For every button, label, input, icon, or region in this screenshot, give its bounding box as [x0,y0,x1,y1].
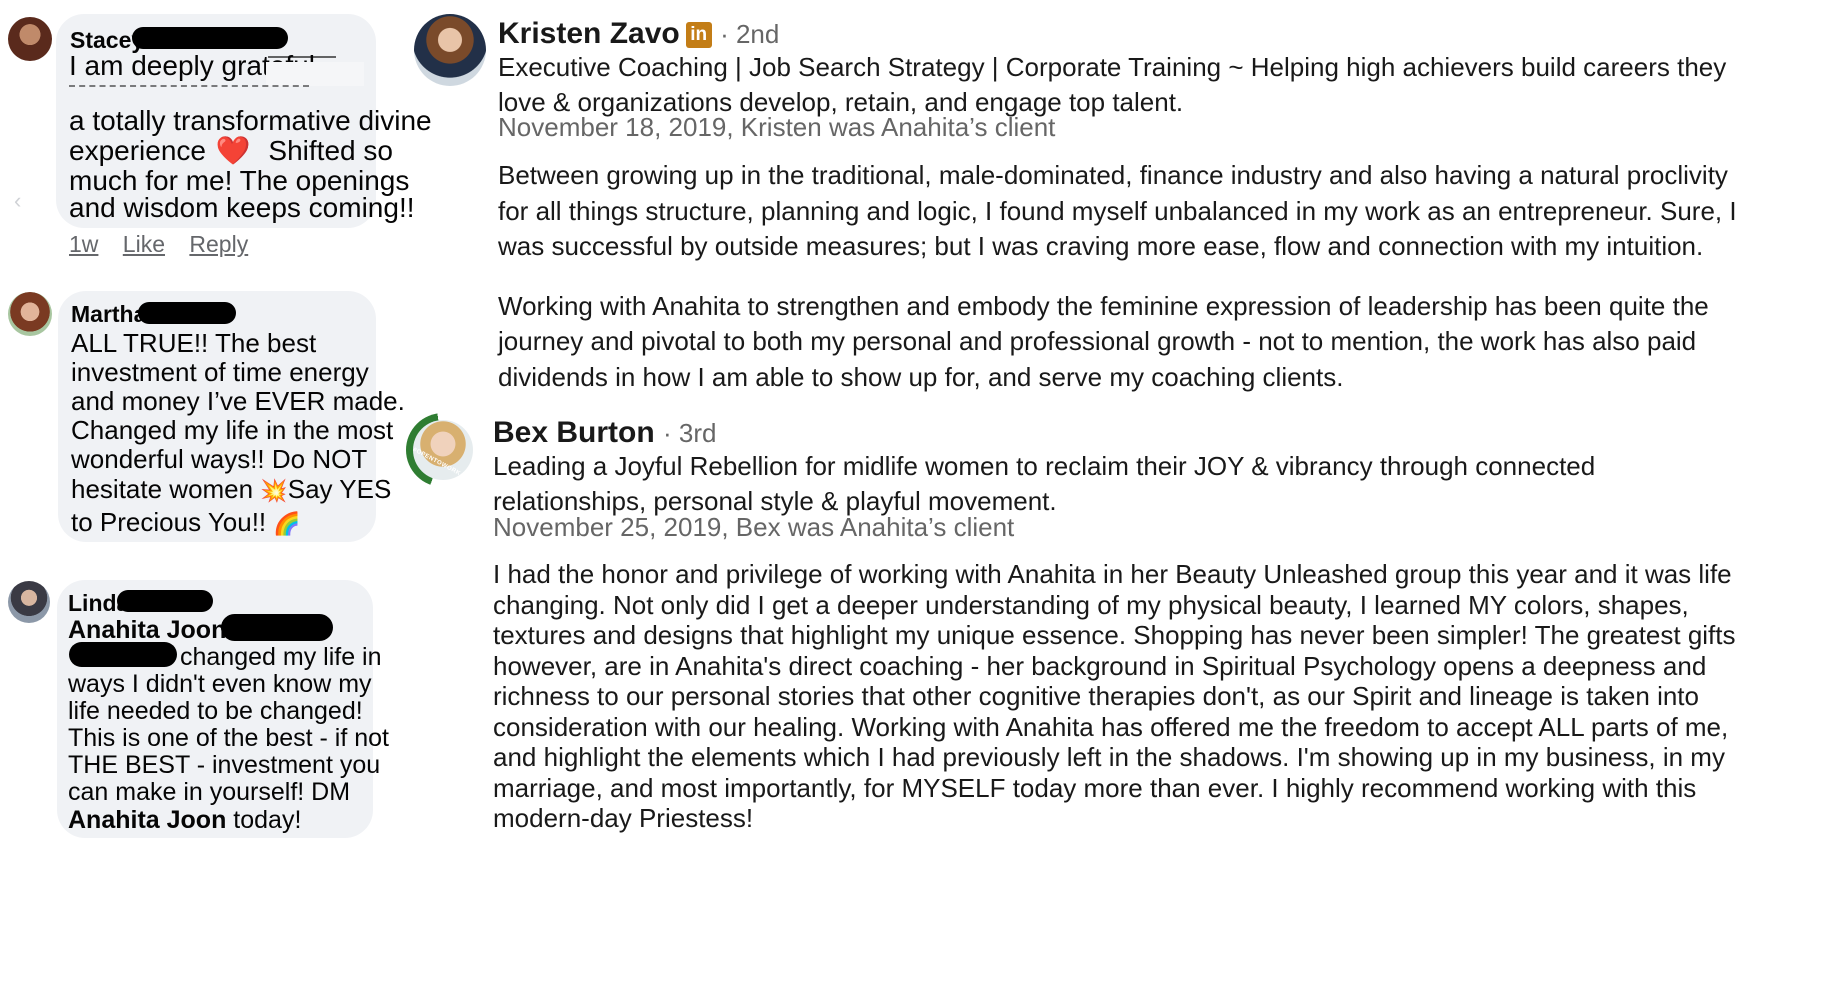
redaction-bar [117,590,213,612]
comment-line: wonderful ways!! Do NOT [71,444,368,474]
comment-actions: 1w Like Reply [69,231,266,258]
comment-time[interactable]: 1w [69,231,98,257]
linkedin-icon: in [685,22,712,48]
heart-emoji: ❤️ [215,135,251,166]
connection-degree: · 2nd [720,19,780,49]
chevron-left-icon[interactable]: ‹ [14,188,21,214]
rainbow-emoji: 🌈 [273,511,301,536]
recommender-avatar[interactable]: #OPENTOWORK [406,413,480,487]
comment-line: and wisdom keeps coming!! [69,192,415,223]
redaction-bar [69,642,177,667]
comment-line: to Precious You!! 🌈 [71,507,301,537]
commenter-avatar[interactable] [8,17,52,61]
comment-line: a totally transformative divine [69,105,432,136]
recommender-headline: Executive Coaching | Job Search Strategy… [498,52,1727,117]
redaction-bar [221,614,333,641]
collision-emoji: 💥 [260,478,288,503]
comment-fragment [69,85,309,92]
commenter-name[interactable]: Martha [71,301,146,328]
comment-line: Anahita Joon today! [68,806,302,834]
comment-line: experience ❤️ Shifted so [69,135,393,166]
tagged-name[interactable]: Anahita Joon [68,806,226,834]
comment-line: hesitate women 💥Say YES [71,474,392,504]
commenter-avatar[interactable] [8,581,50,623]
recommendation-date: November 25, 2019, Bex was Anahita’s cli… [493,512,1015,542]
recommender-avatar[interactable] [414,14,486,86]
recommender-name[interactable]: Bex Burton · 3rd [493,416,717,450]
recommender-headline: Leading a Joyful Rebellion for midlife w… [493,451,1596,516]
recommendation-date: November 18, 2019, Kristen was Anahita’s… [498,112,1056,142]
reply-link[interactable]: Reply [189,231,248,257]
recommendation-text: Between growing up in the traditional, m… [498,160,1737,392]
comment-cut [266,62,364,86]
redaction-bar [138,302,236,324]
connection-degree: · 3rd [663,418,717,448]
recommendation-text: I had the honor and privilege of working… [493,559,1736,833]
redaction-bar [132,27,288,49]
commenter-avatar[interactable] [8,292,52,336]
like-link[interactable]: Like [123,231,165,257]
recommender-name[interactable]: Kristen Zavo in · 2nd [498,17,779,51]
